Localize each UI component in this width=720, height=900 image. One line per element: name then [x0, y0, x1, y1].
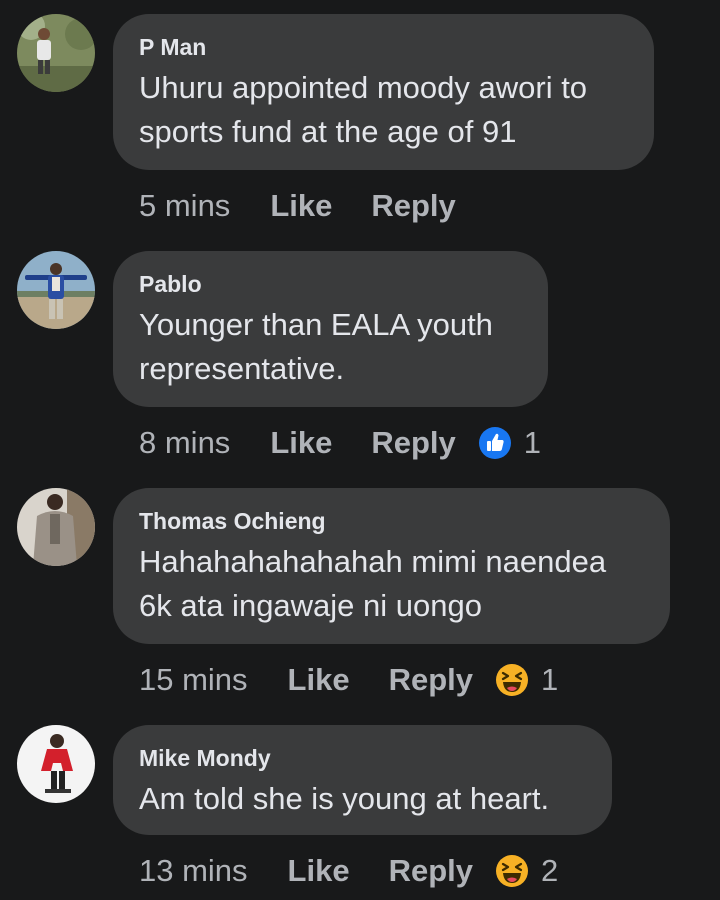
comment-actions: 15 mins Like Reply 1 — [139, 660, 558, 700]
reply-button[interactable]: Reply — [371, 188, 455, 224]
reaction-count[interactable]: 2 — [541, 853, 558, 889]
comment-author[interactable]: Pablo — [139, 270, 522, 298]
comment-actions: 13 mins Like Reply 2 — [139, 851, 558, 891]
avatar[interactable] — [17, 725, 95, 803]
comment-bubble: P Man Uhuru appointed moody awori to spo… — [113, 14, 654, 170]
reaction-count[interactable]: 1 — [524, 425, 541, 461]
comment-timestamp[interactable]: 5 mins — [139, 188, 230, 224]
comment-bubble: Thomas Ochieng Hahahahahahahah mimi naen… — [113, 488, 670, 644]
like-button[interactable]: Like — [288, 853, 350, 889]
comment-timestamp[interactable]: 15 mins — [139, 662, 248, 698]
comment-text: Younger than EALA youth representative. — [139, 307, 493, 386]
avatar-photo — [17, 251, 95, 329]
comment-timestamp[interactable]: 8 mins — [139, 425, 230, 461]
like-button[interactable]: Like — [270, 425, 332, 461]
like-button[interactable]: Like — [288, 662, 350, 698]
haha-reaction-icon[interactable] — [495, 663, 529, 697]
comment-author[interactable]: Thomas Ochieng — [139, 507, 644, 535]
avatar-photo — [17, 14, 95, 92]
avatar-photo — [17, 725, 95, 803]
comment-author[interactable]: Mike Mondy — [139, 744, 586, 772]
comment-actions: 8 mins Like Reply 1 — [139, 423, 541, 463]
avatar[interactable] — [17, 488, 95, 566]
comment-author[interactable]: P Man — [139, 33, 628, 61]
reply-button[interactable]: Reply — [389, 662, 473, 698]
like-button[interactable]: Like — [270, 188, 332, 224]
comment-text: Am told she is young at heart. — [139, 781, 550, 816]
reaction-count[interactable]: 1 — [541, 662, 558, 698]
comment-timestamp[interactable]: 13 mins — [139, 853, 248, 889]
reply-button[interactable]: Reply — [371, 425, 455, 461]
like-reaction-icon[interactable] — [478, 426, 512, 460]
comment-bubble: Mike Mondy Am told she is young at heart… — [113, 725, 612, 835]
haha-reaction-icon[interactable] — [495, 854, 529, 888]
avatar-photo — [17, 488, 95, 566]
avatar[interactable] — [17, 14, 95, 92]
comment-text: Hahahahahahahah mimi naendea 6k ata inga… — [139, 544, 607, 623]
reply-button[interactable]: Reply — [389, 853, 473, 889]
comment-bubble: Pablo Younger than EALA youth representa… — [113, 251, 548, 407]
comment-text: Uhuru appointed moody awori to sports fu… — [139, 70, 588, 149]
avatar[interactable] — [17, 251, 95, 329]
comment-actions: 5 mins Like Reply — [139, 186, 478, 226]
